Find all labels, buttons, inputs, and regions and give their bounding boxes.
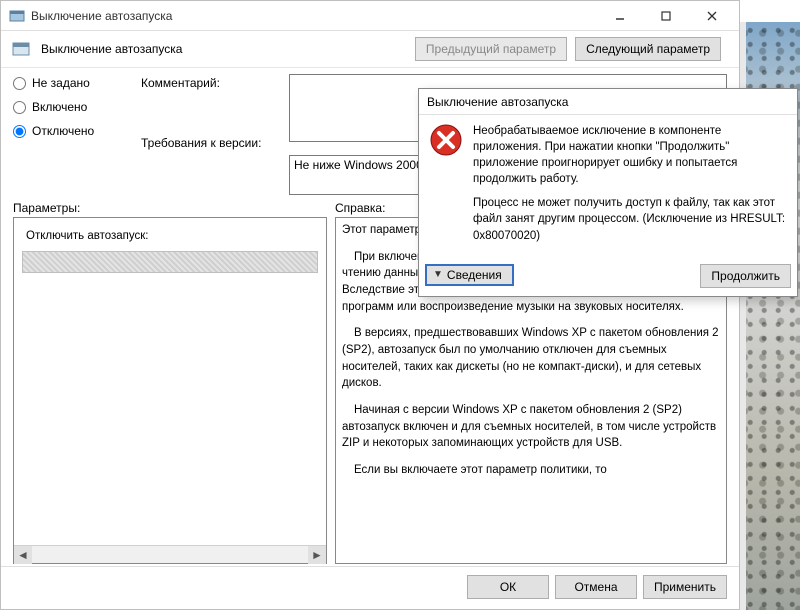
options-subtitle: Отключить автозапуск: <box>20 222 320 247</box>
radio-not-configured-input[interactable] <box>13 77 26 90</box>
app-icon <box>9 8 25 24</box>
radio-disabled[interactable]: Отключено <box>13 124 133 138</box>
previous-setting-button[interactable]: Предыдущий параметр <box>415 37 567 61</box>
options-panel-body[interactable]: Отключить автозапуск: <box>14 218 326 545</box>
radio-enabled[interactable]: Включено <box>13 100 133 114</box>
radio-not-configured[interactable]: Не задано <box>13 76 133 90</box>
titlebar[interactable]: Выключение автозапуска <box>1 1 739 31</box>
help-paragraph: Если вы включаете этот параметр политики… <box>342 462 720 479</box>
error-message-2: Процесс не может получить доступ к файлу… <box>473 195 787 243</box>
header: Выключение автозапуска Предыдущий параме… <box>1 31 739 67</box>
error-icon <box>429 123 463 157</box>
comment-label: Комментарий: <box>141 76 281 90</box>
radio-disabled-label: Отключено <box>32 124 94 138</box>
options-panel: Отключить автозапуск: ◄ ► <box>13 217 327 564</box>
details-button[interactable]: ▼ Сведения <box>425 264 514 286</box>
error-dialog-titlebar[interactable]: Выключение автозапуска <box>419 89 797 115</box>
continue-button[interactable]: Продолжить <box>700 264 791 288</box>
ok-button[interactable]: ОК <box>467 575 549 599</box>
next-setting-button[interactable]: Следующий параметр <box>575 37 721 61</box>
scroll-left-icon[interactable]: ◄ <box>14 546 32 564</box>
error-dialog-buttons: ▼ Сведения Продолжить <box>419 262 797 296</box>
options-dropdown-disabled <box>22 251 318 273</box>
error-message-1: Необрабатываемое исключение в компоненте… <box>473 123 787 187</box>
error-dialog-body: Необрабатываемое исключение в компоненте… <box>419 115 797 262</box>
error-text: Необрабатываемое исключение в компоненте… <box>473 123 787 252</box>
options-hscrollbar[interactable]: ◄ ► <box>14 545 326 563</box>
options-section-label: Параметры: <box>13 201 335 215</box>
window-title: Выключение автозапуска <box>31 9 597 23</box>
details-button-label: Сведения <box>447 268 502 282</box>
dialog-footer: ОК Отмена Применить <box>1 566 739 609</box>
help-paragraph: Начиная с версии Windows XP с пакетом об… <box>342 402 720 452</box>
radio-disabled-input[interactable] <box>13 125 26 138</box>
radio-enabled-label: Включено <box>32 100 87 114</box>
scroll-right-icon[interactable]: ► <box>308 546 326 564</box>
close-button[interactable] <box>689 2 735 30</box>
apply-button[interactable]: Применить <box>643 575 727 599</box>
chevron-down-icon: ▼ <box>433 269 443 280</box>
error-dialog-title: Выключение автозапуска <box>427 95 791 109</box>
scroll-track[interactable] <box>32 546 308 563</box>
help-paragraph: В версиях, предшествовавших Windows XP с… <box>342 325 720 392</box>
radio-enabled-input[interactable] <box>13 101 26 114</box>
error-dialog: Выключение автозапуска Необрабатываемое … <box>418 88 798 297</box>
requirements-label: Требования к версии: <box>141 136 281 150</box>
maximize-button[interactable] <box>643 2 689 30</box>
cancel-button[interactable]: Отмена <box>555 575 637 599</box>
policy-icon <box>11 39 31 59</box>
minimize-button[interactable] <box>597 2 643 30</box>
policy-title: Выключение автозапуска <box>41 42 405 56</box>
radio-not-configured-label: Не задано <box>32 76 90 90</box>
